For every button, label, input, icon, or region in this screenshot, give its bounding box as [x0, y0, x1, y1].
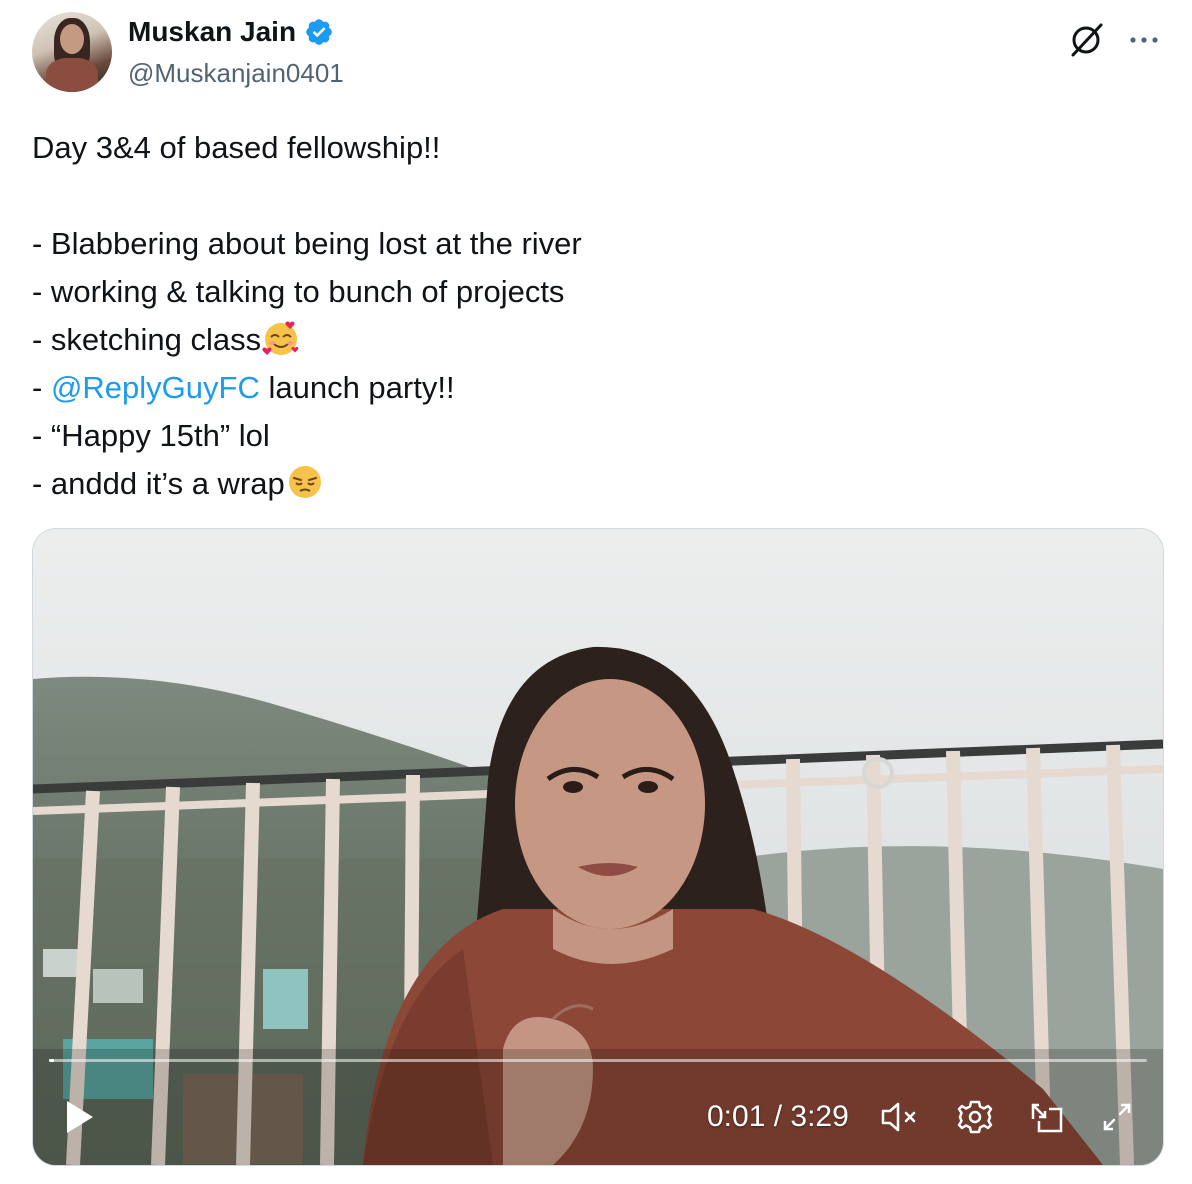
author-handle[interactable]: @Muskanjain0401 [128, 56, 344, 90]
author-name[interactable]: Muskan Jain [128, 14, 296, 50]
tweet-line: - @ReplyGuyFC launch party!! [32, 364, 1152, 412]
tweet-line-text: - anddd it’s a wrap [32, 466, 285, 501]
tweet-line: - anddd it’s a wrap [32, 460, 1152, 508]
tweet-text: Day 3&4 of based fellowship!! - Blabberi… [32, 124, 1152, 508]
avatar-body [46, 58, 98, 92]
mute-icon[interactable] [879, 1099, 923, 1135]
tweet-line-text: launch party!! [259, 370, 455, 405]
settings-icon[interactable] [955, 1097, 995, 1137]
verified-badge-icon [306, 19, 332, 45]
play-icon[interactable] [61, 1097, 97, 1137]
tweet-line: - working & talking to bunch of projects [32, 274, 565, 309]
video-time-display: 0:01 / 3:29 [707, 1100, 849, 1133]
video-frame [33, 529, 1163, 1165]
more-icon[interactable] [1124, 20, 1164, 60]
tweet-line: - “Happy 15th” lol [32, 418, 270, 453]
tweet-line-text: - sketching class [32, 322, 262, 357]
pensive-face-icon [288, 466, 321, 498]
video-progress-bar[interactable] [49, 1059, 1147, 1062]
video-player[interactable]: 0:01 / 3:29 [32, 528, 1164, 1166]
tweet-line: Day 3&4 of based fellowship!! [32, 130, 441, 165]
grok-icon[interactable] [1064, 18, 1108, 62]
tweet-line: - sketching class [32, 316, 1152, 364]
author-name-row: Muskan Jain [128, 14, 334, 50]
video-progress-fill [49, 1059, 55, 1062]
tweet-line-text: - [32, 370, 51, 405]
smiling-face-with-hearts-icon [262, 321, 299, 355]
mention-link[interactable]: @ReplyGuyFC [51, 370, 260, 405]
avatar-face [60, 24, 84, 54]
avatar[interactable] [32, 12, 112, 92]
picture-in-picture-icon[interactable] [1027, 1097, 1067, 1137]
tweet-line: - Blabbering about being lost at the riv… [32, 226, 582, 261]
fullscreen-icon[interactable] [1099, 1099, 1135, 1135]
